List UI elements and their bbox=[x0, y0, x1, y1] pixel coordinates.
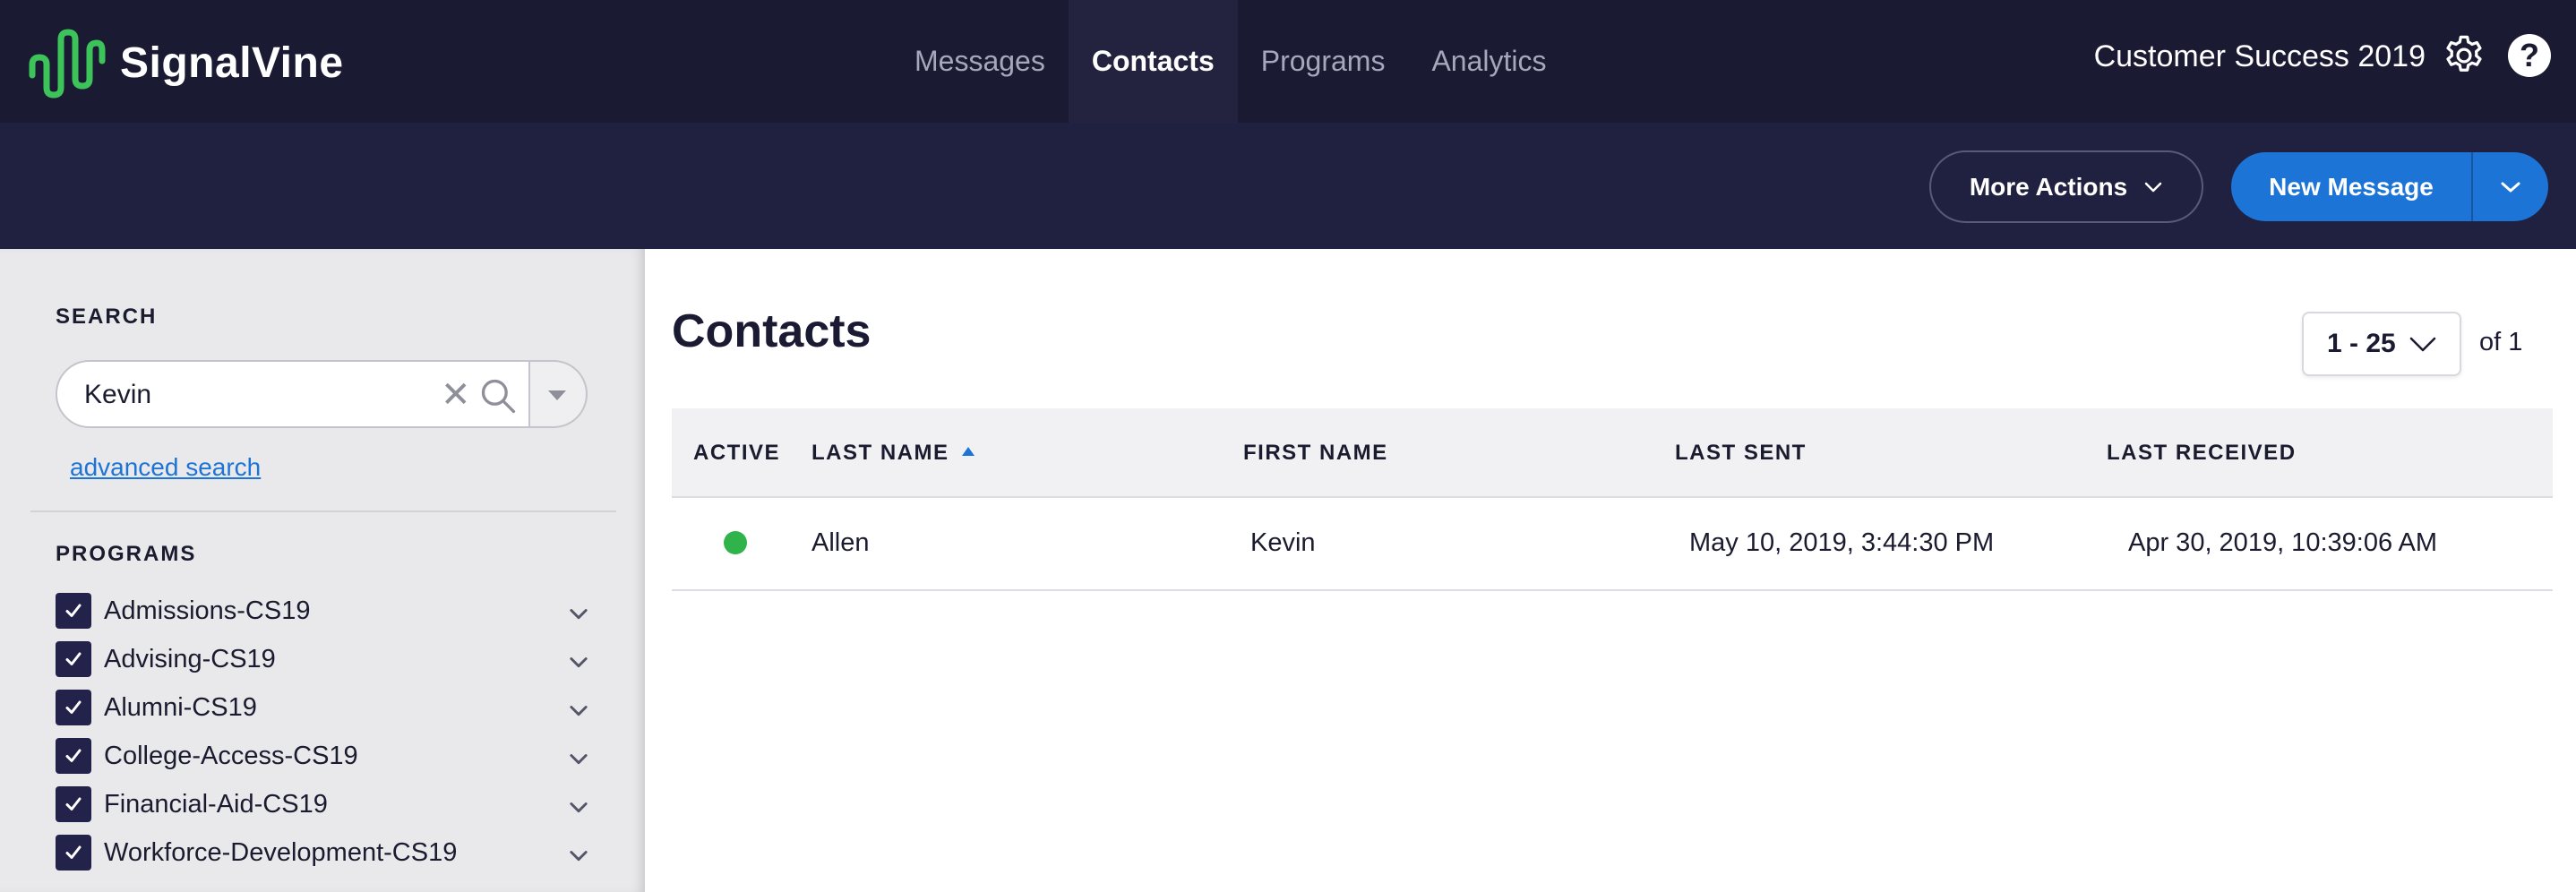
search-section-label: SEARCH bbox=[56, 304, 158, 329]
column-header-last-name[interactable]: LAST NAME bbox=[811, 441, 975, 466]
cell-last-sent: May 10, 2019, 3:44:30 PM bbox=[1689, 528, 1995, 557]
program-checkbox[interactable] bbox=[56, 593, 91, 629]
checkmark-icon bbox=[65, 700, 82, 714]
checkmark-icon bbox=[65, 604, 82, 617]
page-total: of 1 bbox=[2479, 328, 2523, 356]
caret-down-icon bbox=[548, 390, 566, 400]
new-message-dropdown-button[interactable] bbox=[2471, 152, 2548, 221]
page-range-select[interactable]: 1 - 25 bbox=[2302, 312, 2461, 376]
table-header: ACTIVE LAST NAME FIRST NAME LAST SENT LA… bbox=[672, 408, 2553, 498]
column-header-active[interactable]: ACTIVE bbox=[693, 441, 780, 466]
help-icon[interactable]: ? bbox=[2508, 34, 2551, 77]
chevron-down-icon[interactable] bbox=[566, 843, 591, 868]
program-checkbox[interactable] bbox=[56, 690, 91, 725]
nav-messages[interactable]: Messages bbox=[891, 0, 1069, 123]
program-checkbox[interactable] bbox=[56, 835, 91, 871]
program-item-college-access: College-Access-CS19 bbox=[56, 737, 593, 775]
program-checkbox[interactable] bbox=[56, 738, 91, 774]
program-item-financial-aid: Financial-Aid-CS19 bbox=[56, 785, 593, 823]
checkmark-icon bbox=[65, 845, 82, 859]
program-checkbox[interactable] bbox=[56, 786, 91, 822]
search-icon[interactable] bbox=[478, 376, 518, 416]
more-actions-label: More Actions bbox=[1969, 172, 2128, 201]
column-header-first-name[interactable]: FIRST NAME bbox=[1243, 441, 1388, 466]
checkmark-icon bbox=[65, 652, 82, 665]
chevron-down-icon[interactable] bbox=[566, 649, 591, 674]
column-header-label: LAST NAME bbox=[811, 441, 949, 465]
program-item-admissions: Admissions-CS19 bbox=[56, 592, 593, 630]
program-checkbox[interactable] bbox=[56, 641, 91, 677]
chevron-down-icon[interactable] bbox=[566, 746, 591, 771]
main-nav: Messages Contacts Programs Analytics bbox=[891, 0, 1570, 123]
column-header-last-received[interactable]: LAST RECEIVED bbox=[2107, 441, 2297, 466]
status-dot-icon bbox=[724, 531, 747, 554]
program-item-workforce-development: Workforce-Development-CS19 bbox=[56, 834, 593, 871]
column-header-last-sent[interactable]: LAST SENT bbox=[1675, 441, 1807, 466]
page-range-value: 1 - 25 bbox=[2327, 329, 2396, 358]
logo-wave-icon bbox=[29, 29, 106, 99]
cell-last-received: Apr 30, 2019, 10:39:06 AM bbox=[2128, 528, 2438, 557]
chevron-down-icon bbox=[2409, 337, 2436, 352]
program-label: Admissions-CS19 bbox=[104, 596, 311, 625]
new-message-button-group: New Message bbox=[2231, 152, 2548, 221]
table-row[interactable]: Allen Kevin May 10, 2019, 3:44:30 PM Apr… bbox=[672, 498, 2553, 591]
gear-icon[interactable] bbox=[2441, 32, 2487, 79]
sort-ascending-icon bbox=[961, 446, 975, 456]
sidebar-divider bbox=[30, 510, 616, 512]
program-label: Alumni-CS19 bbox=[104, 692, 257, 722]
cell-last-name: Allen bbox=[811, 528, 870, 557]
new-message-button[interactable]: New Message bbox=[2231, 152, 2471, 221]
top-nav-bar: SignalVine Messages Contacts Programs An… bbox=[0, 0, 2576, 123]
more-actions-button[interactable]: More Actions bbox=[1929, 150, 2203, 223]
chevron-down-icon[interactable] bbox=[566, 698, 591, 723]
program-label: Financial-Aid-CS19 bbox=[104, 789, 328, 819]
account-name[interactable]: Customer Success 2019 bbox=[2094, 34, 2426, 79]
chevron-down-icon bbox=[2501, 182, 2520, 192]
nav-programs[interactable]: Programs bbox=[1238, 0, 1409, 123]
logo-text: SignalVine bbox=[120, 39, 344, 87]
program-label: College-Access-CS19 bbox=[104, 741, 358, 770]
program-label: Workforce-Development-CS19 bbox=[104, 837, 458, 867]
chevron-down-icon[interactable] bbox=[566, 794, 591, 819]
program-item-alumni: Alumni-CS19 bbox=[56, 689, 593, 726]
nav-contacts[interactable]: Contacts bbox=[1068, 0, 1238, 123]
chevron-down-icon bbox=[2144, 182, 2162, 192]
program-item-advising: Advising-CS19 bbox=[56, 640, 593, 678]
search-box: ✕ bbox=[56, 360, 530, 428]
chevron-down-icon[interactable] bbox=[566, 601, 591, 626]
signalvine-logo[interactable]: SignalVine bbox=[27, 25, 344, 100]
programs-section-label: PROGRAMS bbox=[56, 542, 197, 566]
checkmark-icon bbox=[65, 749, 82, 762]
program-label: Advising-CS19 bbox=[104, 644, 276, 673]
search-input[interactable] bbox=[84, 374, 425, 416]
nav-analytics[interactable]: Analytics bbox=[1408, 0, 1569, 123]
cell-first-name: Kevin bbox=[1250, 528, 1316, 557]
checkmark-icon bbox=[65, 797, 82, 811]
advanced-search-link[interactable]: advanced search bbox=[70, 453, 261, 482]
page-title: Contacts bbox=[672, 305, 872, 357]
clear-icon[interactable]: ✕ bbox=[441, 374, 471, 416]
